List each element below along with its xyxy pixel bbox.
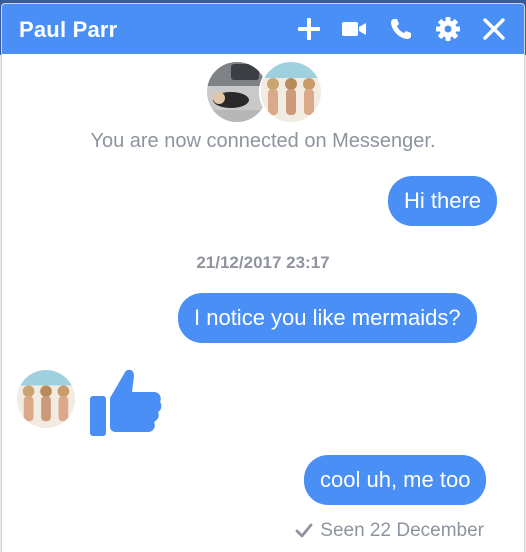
video-call-icon[interactable]	[341, 16, 367, 42]
settings-icon[interactable]	[435, 16, 461, 42]
seen-text: Seen 22 December	[320, 520, 484, 541]
chat-window: Paul Parr You are now connected on Messe…	[2, 4, 524, 552]
seen-receipt: Seen 22 December	[294, 520, 484, 542]
message-bubble-outgoing[interactable]: I notice you like mermaids?	[178, 293, 477, 343]
connected-notice: You are now connected on Messenger.	[90, 130, 436, 152]
chat-titlebar: Paul Parr	[2, 4, 524, 54]
chat-title[interactable]: Paul Parr	[19, 17, 117, 43]
contact-avatar-small	[17, 370, 75, 428]
message-timestamp: 21/12/2017 23:17	[196, 253, 330, 272]
conversation-avatars	[205, 60, 325, 126]
thumbs-up-icon[interactable]	[88, 364, 164, 440]
close-icon[interactable]	[481, 16, 507, 42]
contact-avatar	[259, 60, 323, 124]
add-icon[interactable]	[296, 16, 322, 42]
phone-icon[interactable]	[388, 16, 414, 42]
check-icon	[295, 523, 313, 538]
message-bubble-outgoing[interactable]: cool uh, me too	[304, 455, 487, 505]
message-bubble-outgoing[interactable]: Hi there	[388, 176, 498, 226]
